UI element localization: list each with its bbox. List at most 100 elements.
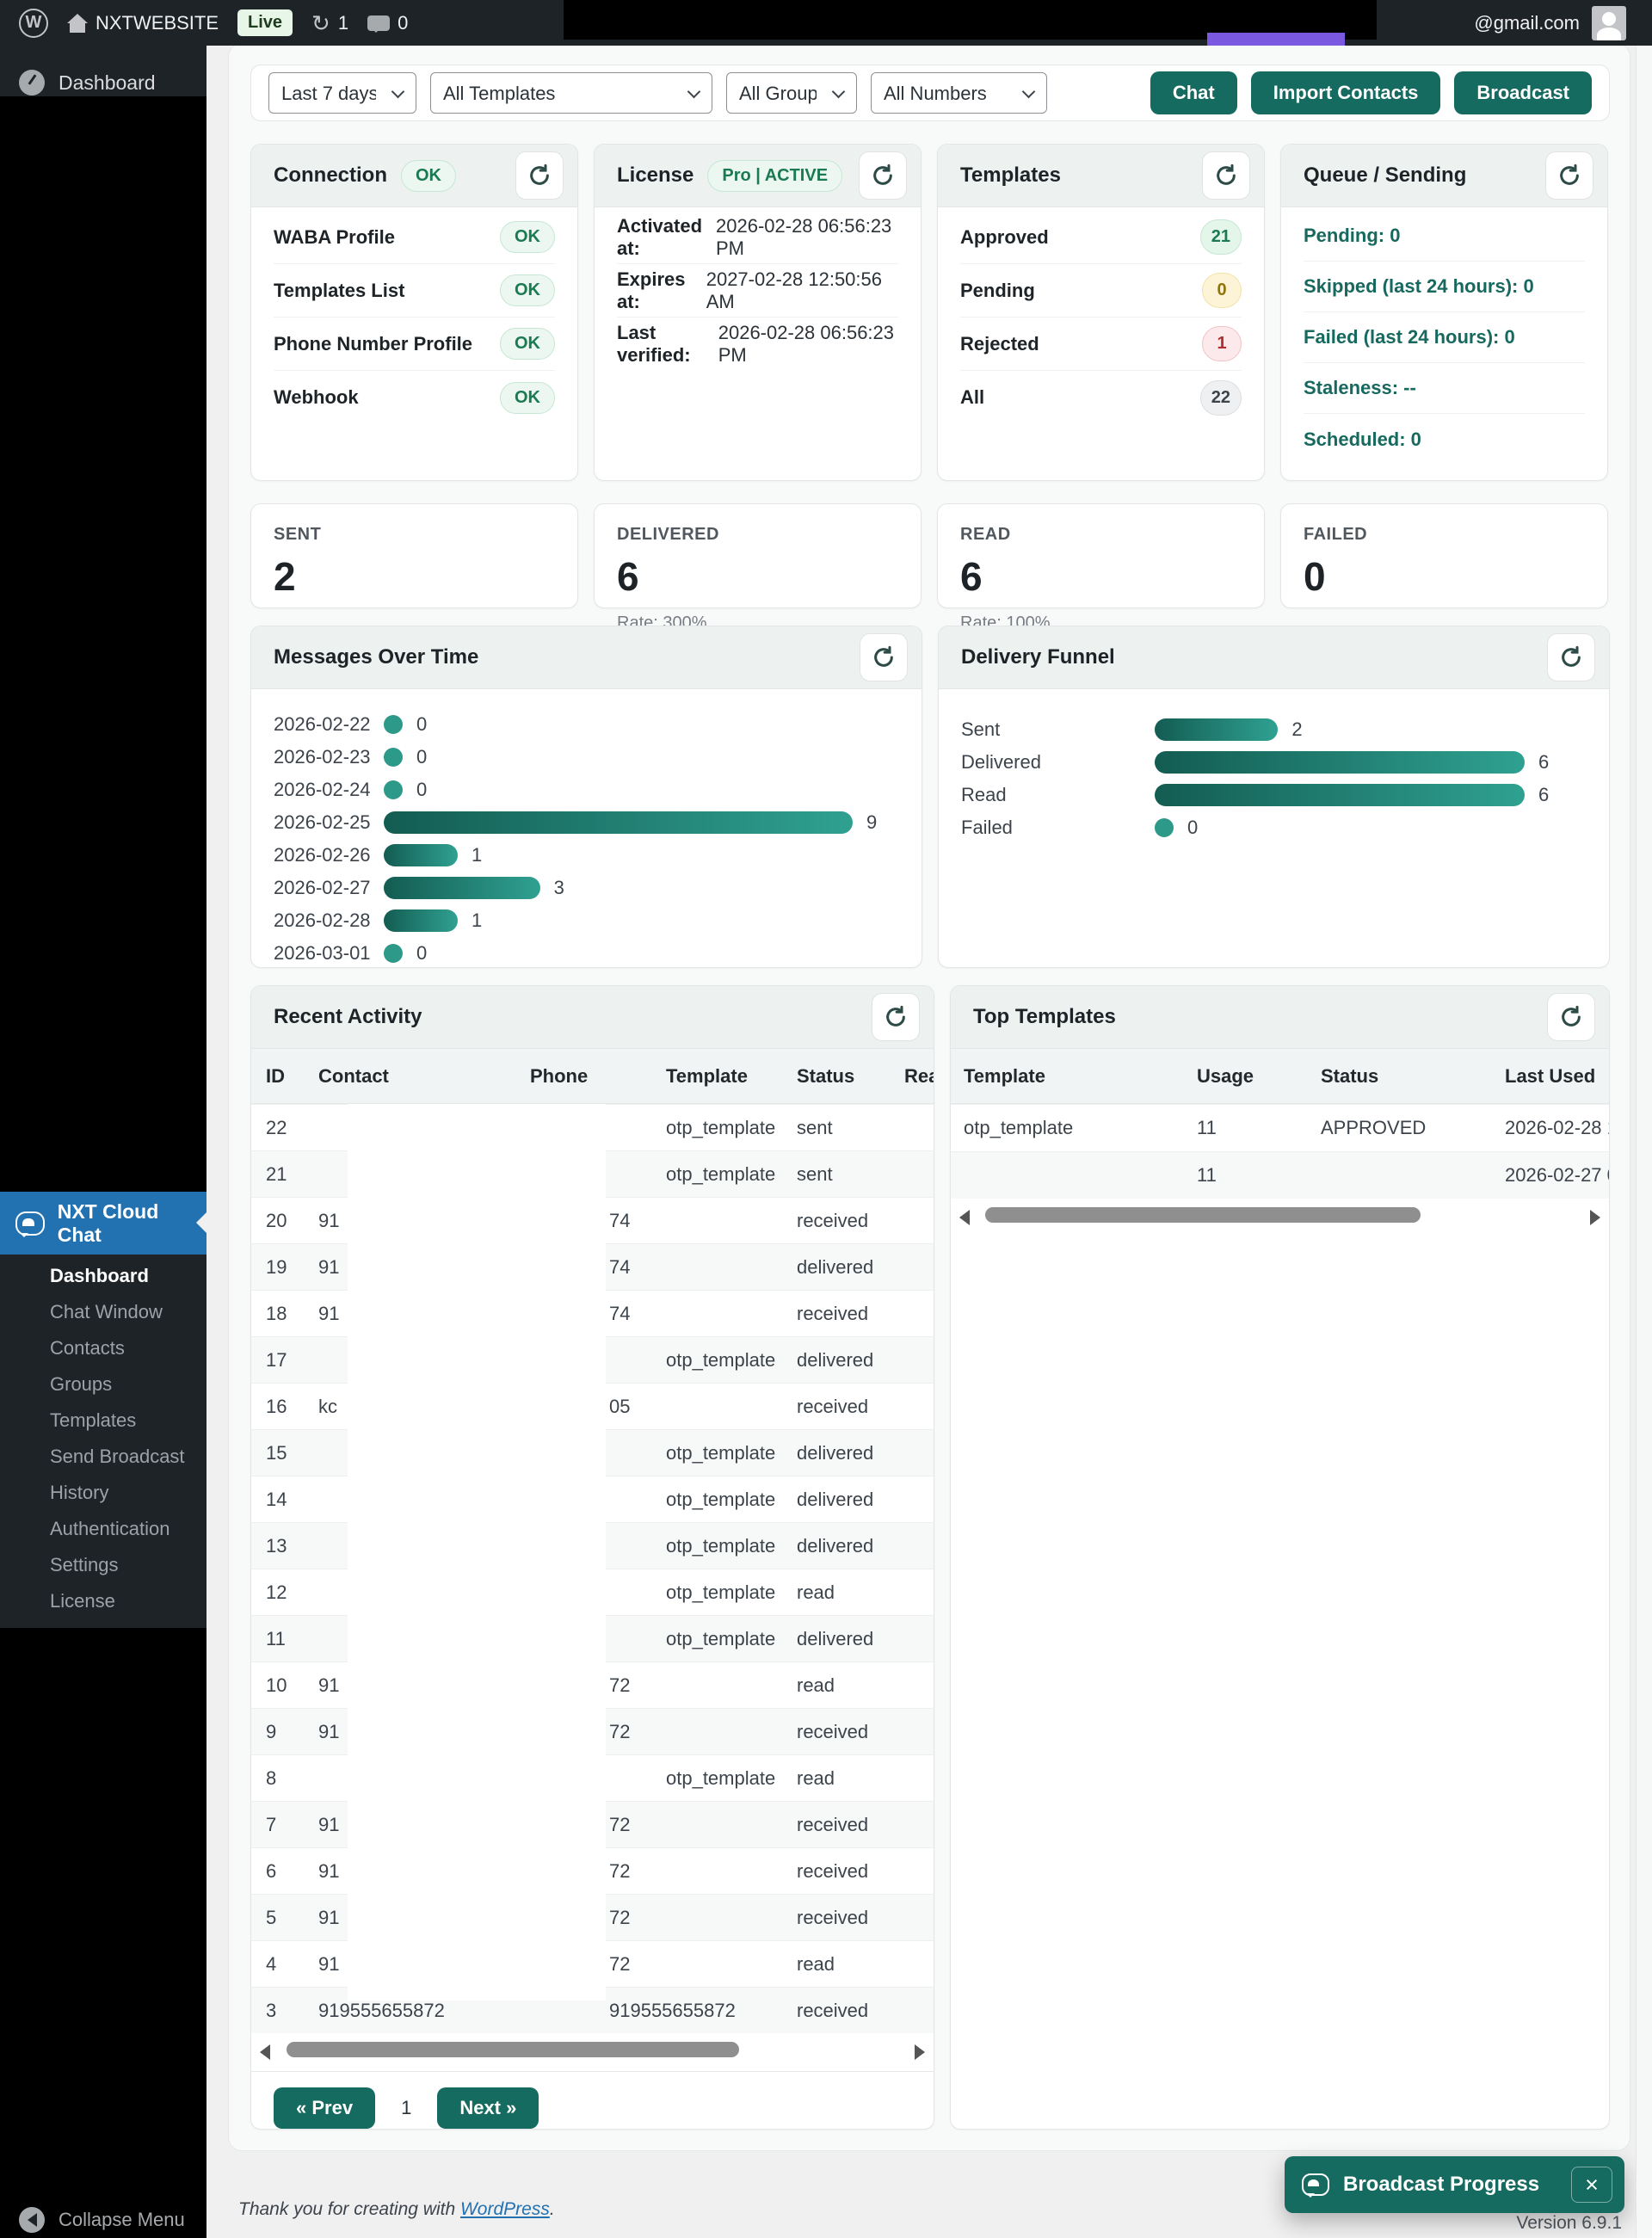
sidebar-subitem-chat-window[interactable]: Chat Window	[0, 1294, 206, 1330]
license-card: License Pro | ACTIVE Activated at:2026-0…	[594, 144, 922, 481]
column-header: Template	[964, 1065, 1197, 1088]
cell-id: 9	[266, 1721, 318, 1743]
scroll-left-icon[interactable]	[959, 1210, 970, 1225]
card-title: Recent Activity	[274, 1005, 422, 1029]
bar	[384, 811, 853, 834]
zero-dot	[1155, 817, 1174, 839]
license-row-value: 2026-02-28 06:56:23 PM	[716, 215, 898, 260]
date-range-select-wrap: Last 7 days	[268, 72, 416, 114]
broadcast-button[interactable]: Broadcast	[1454, 71, 1592, 114]
cell-contact: 919555655872	[318, 2000, 530, 2022]
bar-label: Sent	[961, 718, 1155, 741]
table-header: IDContactPhoneTemplateStatusReason	[251, 1049, 934, 1104]
chat-bubble-icon	[15, 1211, 45, 1236]
account-menu[interactable]: @gmail.com	[1474, 0, 1626, 46]
column-header: Usage	[1197, 1065, 1321, 1088]
card-title: Templates	[960, 163, 1061, 188]
license-status-badge: Pro | ACTIVE	[707, 160, 842, 192]
card-title: Queue / Sending	[1304, 163, 1466, 188]
cell-usage: 11	[1197, 1164, 1321, 1187]
refresh-button[interactable]	[1202, 151, 1250, 200]
comments-menu[interactable]: 0	[367, 12, 408, 34]
scroll-right-icon[interactable]	[1590, 1210, 1600, 1225]
version-text: Version 6.9.1	[1516, 2213, 1622, 2234]
home-icon	[67, 14, 88, 33]
cell-template: otp_template	[666, 1163, 797, 1186]
comment-count: 0	[398, 12, 408, 34]
bar-value: 0	[416, 942, 427, 965]
number-filter-select[interactable]: All Numbers	[871, 72, 1047, 114]
refresh-button[interactable]	[1547, 993, 1595, 1041]
template-count-row: All22	[960, 371, 1242, 424]
updates-menu[interactable]: ↻ 1	[311, 12, 348, 34]
prev-page-button[interactable]: « Prev	[274, 2087, 375, 2129]
cell-status: received	[797, 2000, 904, 2022]
stat-label: DELIVERED	[617, 525, 898, 545]
collapse-menu-button[interactable]: Collapse Menu	[0, 2202, 206, 2238]
user-email: @gmail.com	[1474, 12, 1580, 34]
count-badge: 0	[1202, 273, 1242, 308]
stat-card-sent: SENT2	[250, 503, 578, 608]
bar-label: 2026-03-01	[274, 942, 384, 965]
stat-card-delivered: DELIVERED6Rate: 300%	[594, 503, 922, 608]
refresh-button[interactable]	[860, 633, 908, 681]
refresh-button[interactable]	[859, 151, 907, 200]
wordpress-logo-icon[interactable]: W	[19, 9, 48, 38]
sidebar-subitem-send-broadcast[interactable]: Send Broadcast	[0, 1439, 206, 1475]
horizontal-scrollbar[interactable]	[959, 1204, 1600, 1230]
stat-card-read: READ6Rate: 100%	[937, 503, 1265, 608]
bar-value: 6	[1538, 784, 1549, 806]
messages-over-time-card: Messages Over Time 2026-02-2202026-02-23…	[250, 626, 922, 968]
cell-id: 12	[266, 1581, 318, 1604]
sidebar-subitem-history[interactable]: History	[0, 1475, 206, 1511]
scrollbar-thumb[interactable]	[287, 2042, 739, 2057]
sidebar-item-nxt-cloud-chat[interactable]: NXT Cloud Chat	[0, 1192, 206, 1255]
bar-value: 0	[416, 779, 427, 801]
next-page-button[interactable]: Next »	[437, 2087, 539, 2129]
refresh-button[interactable]	[515, 151, 564, 200]
cell-status: received	[797, 1907, 904, 1929]
chat-button[interactable]: Chat	[1150, 71, 1237, 114]
scroll-right-icon[interactable]	[915, 2044, 925, 2060]
count-badge: 1	[1202, 326, 1242, 361]
refresh-button[interactable]	[872, 993, 920, 1041]
import-contacts-button[interactable]: Import Contacts	[1251, 71, 1441, 114]
zero-dot	[384, 746, 403, 768]
refresh-button[interactable]	[1547, 633, 1595, 681]
scrollbar-thumb[interactable]	[985, 1207, 1421, 1223]
date-range-select[interactable]: Last 7 days	[268, 72, 416, 114]
wordpress-link[interactable]: WordPress	[460, 2199, 550, 2219]
refresh-button[interactable]	[1545, 151, 1593, 200]
cell-status: received	[797, 1814, 904, 1836]
stat-card-failed: FAILED0	[1280, 503, 1608, 608]
sidebar-subitem-templates[interactable]: Templates	[0, 1403, 206, 1439]
page-scrollbar[interactable]	[1636, 46, 1652, 2238]
sidebar-subitem-contacts[interactable]: Contacts	[0, 1330, 206, 1366]
column-header: Status	[797, 1065, 904, 1088]
sidebar-subitem-dashboard[interactable]: Dashboard	[0, 1258, 206, 1294]
close-icon[interactable]: ×	[1571, 2167, 1612, 2203]
group-filter-select[interactable]: All Groups	[726, 72, 857, 114]
redaction-block	[348, 1104, 606, 2001]
bar-value: 1	[472, 844, 482, 866]
sidebar-subitem-license[interactable]: License	[0, 1583, 206, 1619]
column-header: Last Used	[1505, 1065, 1609, 1088]
cell-status: received	[797, 1210, 904, 1232]
bar-label: 2026-02-26	[274, 844, 384, 866]
queue-line: Skipped (last 24 hours): 0	[1304, 262, 1585, 312]
template-filter-select[interactable]: All Templates	[430, 72, 712, 114]
funnel-bar-chart: Sent2Delivered6Read6Failed0	[939, 689, 1609, 839]
scroll-left-icon[interactable]	[260, 2044, 270, 2060]
sidebar-subitem-authentication[interactable]: Authentication	[0, 1511, 206, 1547]
site-menu[interactable]: NXTWEBSITE	[67, 12, 219, 34]
collapse-arrow-icon	[19, 2207, 45, 2233]
table-body: 22otp_templatesent21otp_templatesent2091…	[251, 1104, 934, 2033]
broadcast-progress-toast: Broadcast Progress ×	[1285, 2156, 1624, 2213]
connection-card: Connection OK WABA ProfileOKTemplates Li…	[250, 144, 578, 481]
bar-label: Delivered	[961, 751, 1155, 774]
sidebar-subitem-settings[interactable]: Settings	[0, 1547, 206, 1583]
sidebar-subitem-groups[interactable]: Groups	[0, 1366, 206, 1403]
plugin-submenu: DashboardChat WindowContactsGroupsTempla…	[0, 1258, 206, 1619]
delivery-funnel-card: Delivery Funnel Sent2Delivered6Read6Fail…	[938, 626, 1610, 968]
horizontal-scrollbar[interactable]	[260, 2038, 925, 2064]
